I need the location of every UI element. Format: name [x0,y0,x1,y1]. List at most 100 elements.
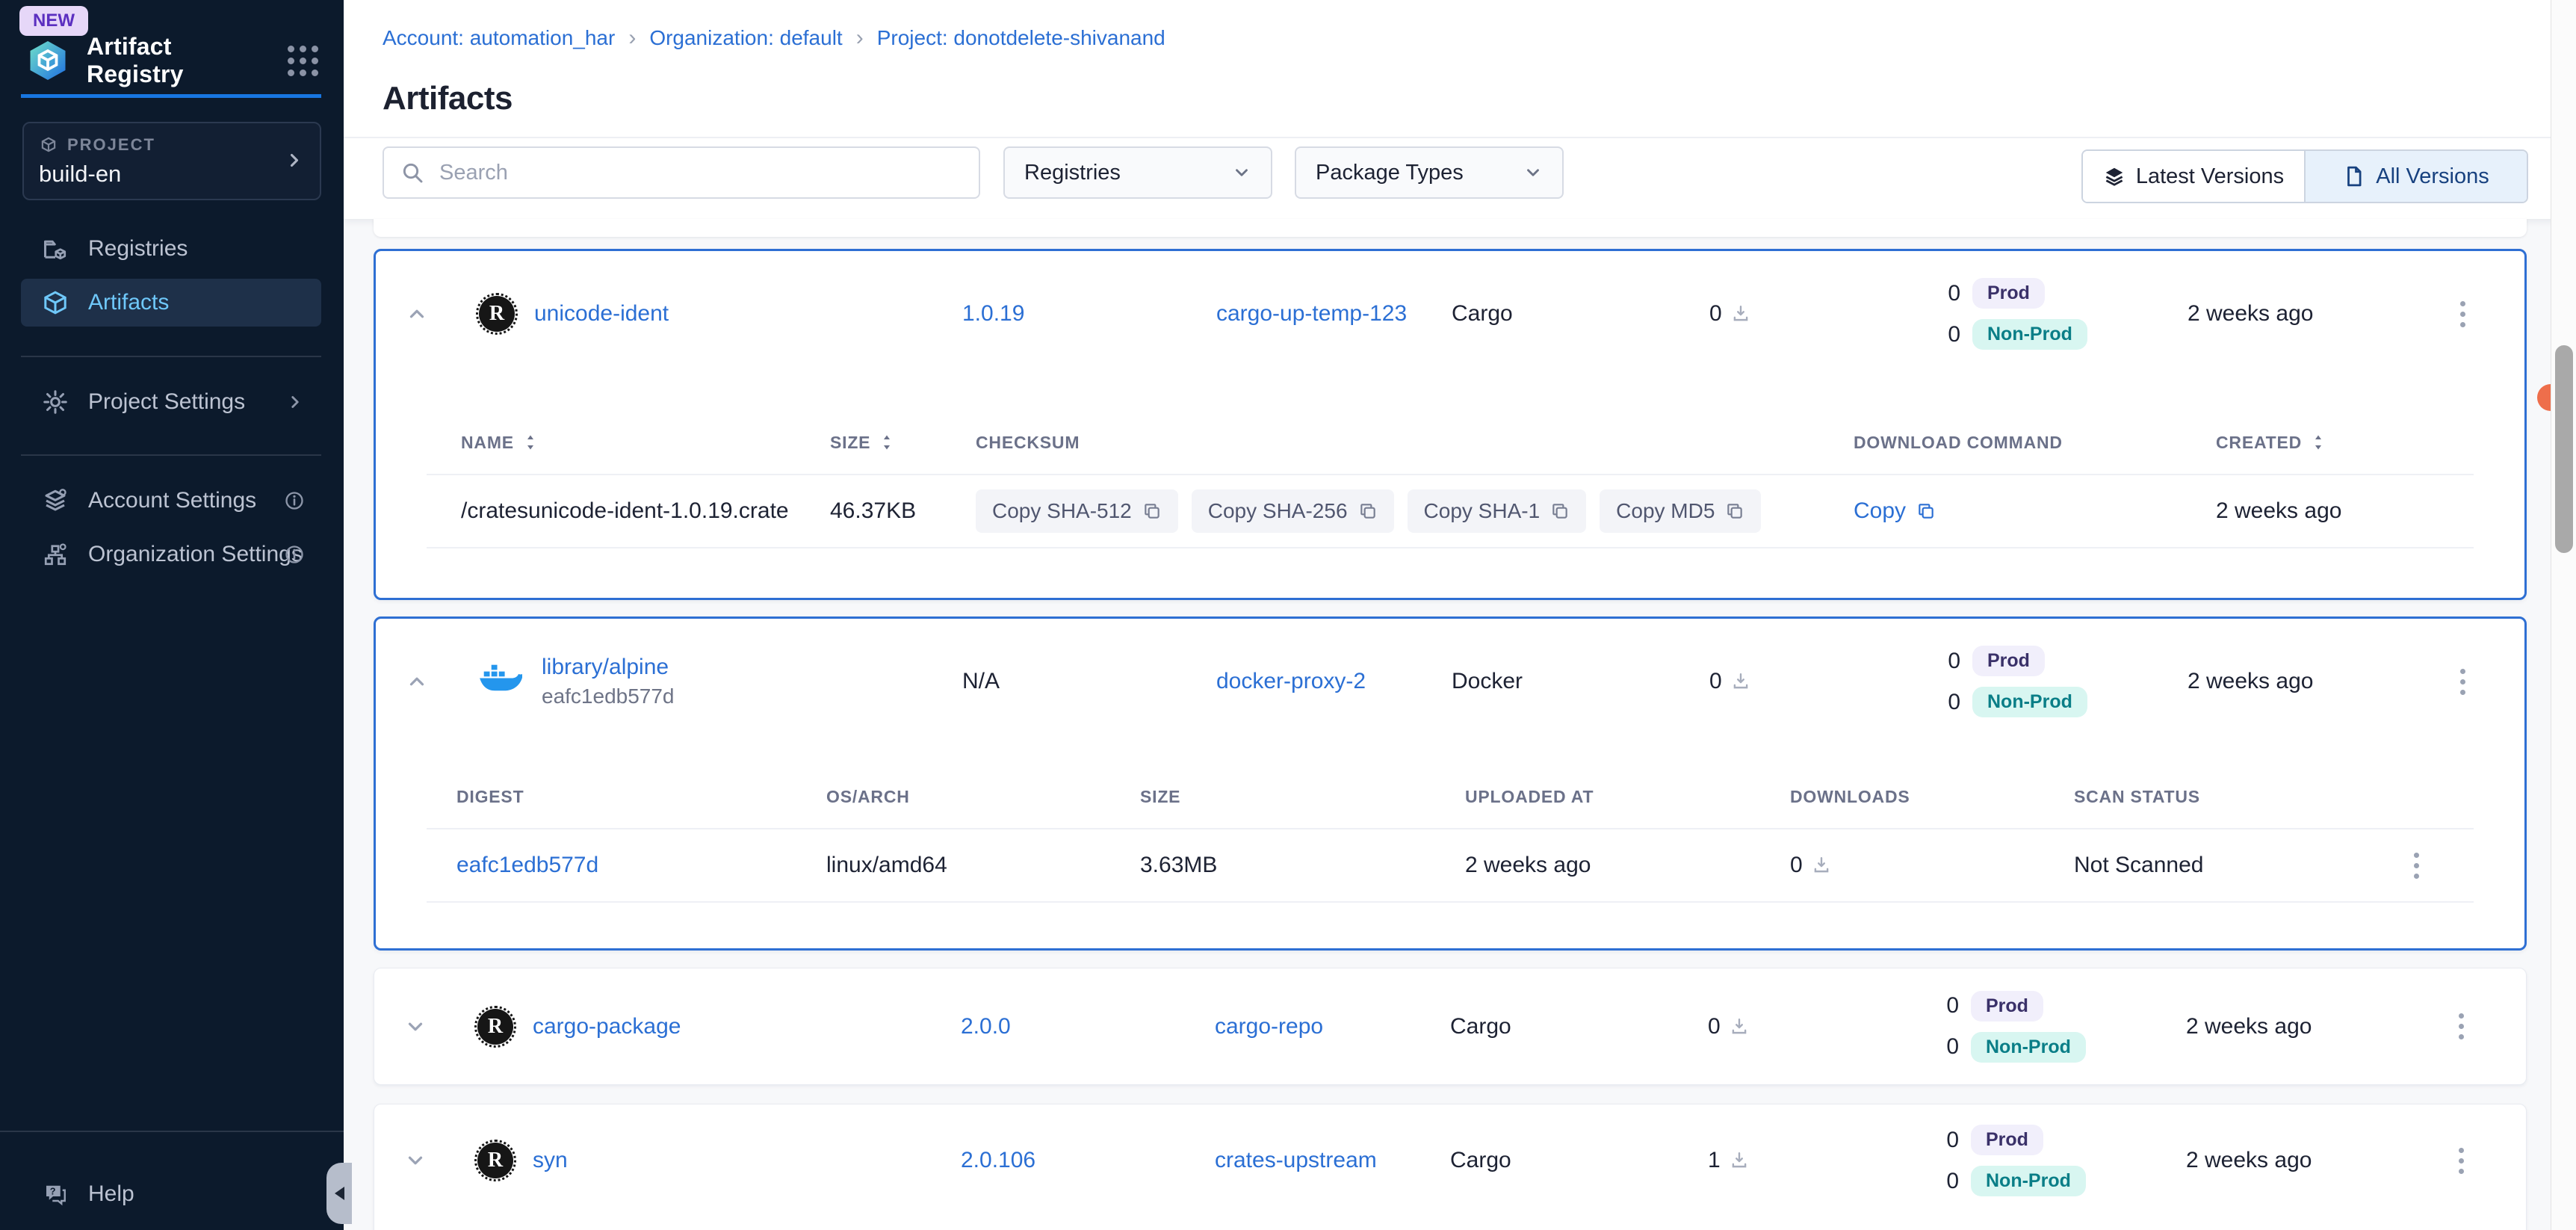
file-icon [2343,165,2365,188]
app-header: Artifact Registry [25,33,324,88]
prod-count: 0 [1939,281,1960,306]
row-menu-button[interactable] [2453,661,2473,702]
package-type: Cargo [1452,301,1709,327]
expand-row-button[interactable] [400,1011,431,1042]
nonprod-badge: Non-Prod [1972,319,2087,350]
artifact-card-unicode-ident: R unicode-ident 1.0.19 cargo-up-temp-123… [374,249,2527,600]
nonprod-count: 0 [1939,690,1960,715]
row-menu-button[interactable] [2406,845,2427,886]
app-title: Artifact Registry [87,33,271,88]
row-menu-button[interactable] [2453,294,2473,335]
sidebar-item-artifacts[interactable]: Artifacts [21,279,321,327]
expand-row-button[interactable] [400,1145,431,1176]
sidebar-item-account-settings[interactable]: Account Settings [21,477,321,525]
registries-filter-label: Registries [1024,161,1121,185]
new-badge: NEW [19,6,88,36]
sidebar-item-registries[interactable]: Registries [21,225,321,273]
file-created: 2 weeks ago [2216,498,2474,524]
nonprod-count: 0 [1938,1169,1959,1194]
page-header: Account: automation_har › Organization: … [344,0,2576,219]
artifact-name-link[interactable]: cargo-package [533,1014,681,1039]
breadcrumb-separator-icon: › [856,25,864,51]
sidebar-item-project-settings[interactable]: Project Settings [21,378,321,426]
registries-filter-dropdown[interactable]: Registries [1003,146,1272,199]
artifact-name-link[interactable]: unicode-ident [534,301,669,327]
artifact-files-table: NAME SIZE CHECKSUM DOWNLOAD COMMAND CREA… [427,411,2474,548]
main-content: Account: automation_har › Organization: … [344,0,2576,1230]
chevron-up-icon [406,670,428,693]
breadcrumb-project-link[interactable]: Project: donotdelete-shivanand [877,26,1165,50]
artifact-registry-link[interactable]: crates-upstream [1215,1148,1377,1172]
digest-link[interactable]: eafc1edb577d [456,853,598,877]
copy-md5-button[interactable]: Copy MD5 [1600,489,1761,533]
copy-sha256-button[interactable]: Copy SHA-256 [1192,489,1394,533]
package-types-filter-dropdown[interactable]: Package Types [1295,146,1564,199]
row-menu-button[interactable] [2451,1006,2471,1047]
artifact-registry-link[interactable]: docker-proxy-2 [1216,669,1366,693]
sidebar-divider [21,454,321,456]
sidebar-collapse-handle[interactable] [326,1163,352,1224]
copy-sha512-button[interactable]: Copy SHA-512 [976,489,1178,533]
cargo-rust-icon: R [479,296,515,332]
artifact-name-link[interactable]: library/alpine [542,655,675,680]
chevron-up-icon [406,303,428,325]
info-icon[interactable] [284,490,305,511]
nonprod-badge: Non-Prod [1972,687,2087,717]
artifact-version-link[interactable]: 1.0.19 [962,301,1024,326]
file-row: /cratesunicode-ident-1.0.19.crate 46.37K… [427,474,2474,548]
chevron-right-icon [284,149,305,173]
artifact-card-library-alpine: library/alpine eafc1edb577d N/A docker-p… [374,616,2527,951]
column-header-scan-status: SCAN STATUS [2074,787,2200,807]
scrollbar-track[interactable] [2551,0,2576,1230]
column-header-size: SIZE [1140,787,1180,807]
sort-icon[interactable] [879,433,894,451]
package-type: Docker [1452,669,1709,694]
package-types-filter-label: Package Types [1316,161,1464,185]
copy-sha1-button[interactable]: Copy SHA-1 [1408,489,1587,533]
artifact-registry-link[interactable]: cargo-up-temp-123 [1216,301,1407,326]
app-switcher-icon[interactable] [288,46,318,76]
sidebar-item-label: Help [88,1181,134,1207]
column-header-downloads: DOWNLOADS [1790,787,1910,807]
collapse-row-button[interactable] [401,298,433,330]
column-header-uploaded-at: UPLOADED AT [1465,787,1594,807]
breadcrumb-account-link[interactable]: Account: automation_har [383,26,615,50]
artifact-name-link[interactable]: syn [533,1148,568,1173]
prod-badge: Prod [1972,278,2045,309]
sidebar-item-organization-settings[interactable]: Organization Settings [21,531,321,578]
artifact-version-link[interactable]: 2.0.0 [961,1014,1011,1039]
sidebar: NEW Artifact Registry PROJECT build-en R… [0,0,344,1230]
artifact-registry-link[interactable]: cargo-repo [1215,1014,1323,1039]
prod-count: 0 [1939,649,1960,674]
sort-icon[interactable] [2311,433,2326,451]
nonprod-badge: Non-Prod [1971,1032,2086,1063]
copy-md5-label: Copy MD5 [1616,499,1715,523]
breadcrumb-organization-link[interactable]: Organization: default [649,26,842,50]
sidebar-item-label: Artifacts [88,290,169,315]
layers-gear-icon [42,487,69,514]
project-selector[interactable]: PROJECT build-en [22,122,321,200]
nonprod-count: 0 [1938,1034,1959,1060]
column-header-os-arch: OS/ARCH [826,787,910,807]
artifact-version-link[interactable]: 2.0.106 [961,1148,1035,1172]
updated-time: 2 weeks ago [2186,1148,2451,1173]
search-input[interactable] [438,160,962,186]
column-header-download-command: DOWNLOAD COMMAND [1854,433,2063,453]
sort-icon[interactable] [523,433,538,451]
collapse-row-button[interactable] [401,666,433,697]
chevron-down-icon [404,1149,427,1172]
row-menu-button[interactable] [2451,1140,2471,1181]
copy-download-command-button[interactable]: Copy [1854,498,2216,524]
file-name: /cratesunicode-ident-1.0.19.crate [427,498,830,524]
artifacts-icon [42,289,69,316]
updated-time: 2 weeks ago [2188,669,2453,694]
nonprod-badge: Non-Prod [1971,1166,2086,1196]
search-box [383,146,980,199]
latest-versions-button[interactable]: Latest Versions [2083,151,2306,202]
info-icon[interactable] [284,544,305,565]
download-icon [1731,672,1750,691]
sidebar-item-help[interactable]: Help [21,1170,321,1218]
sidebar-item-label: Project Settings [88,389,245,415]
all-versions-button[interactable]: All Versions [2306,151,2527,202]
scrollbar-thumb[interactable] [2555,345,2573,553]
